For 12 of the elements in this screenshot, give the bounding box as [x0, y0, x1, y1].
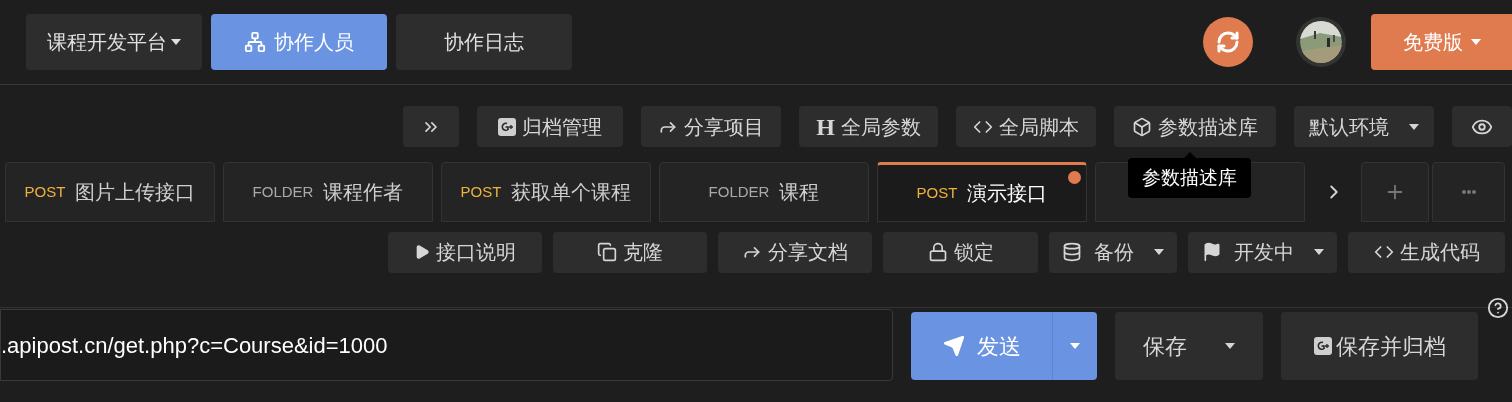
method-label: POST: [24, 181, 66, 202]
tooltip: 参数描述库: [1128, 152, 1251, 198]
tab-label: 演示接口: [967, 181, 1048, 206]
tab-label: 获取单个课程: [511, 180, 632, 205]
method-label: POST: [916, 182, 958, 203]
method-label: FOLDER: [708, 181, 770, 202]
method-label: FOLDER: [252, 181, 314, 202]
tab-label: 课程: [779, 180, 820, 205]
tab-label: 图片上传接口: [75, 180, 196, 205]
tab-label: 课程作者: [323, 180, 404, 205]
h-icon: H: [816, 114, 835, 139]
method-label: POST: [460, 181, 502, 202]
